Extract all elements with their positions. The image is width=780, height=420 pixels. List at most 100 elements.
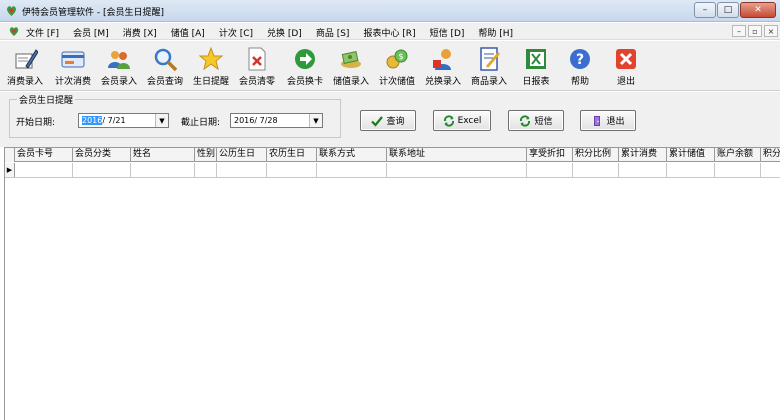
menu-item-3[interactable]: 储值 [A] <box>171 26 205 39</box>
table-cell[interactable] <box>667 163 715 177</box>
app-menu-icon[interactable] <box>8 25 20 37</box>
toolbar-button-arrow-right[interactable]: 会员换卡 <box>284 43 326 89</box>
app-logo-icon <box>7 6 16 16</box>
mdi-restore-button[interactable]: ▫ <box>748 25 762 37</box>
door-exit-icon <box>594 115 601 126</box>
svg-text:?: ? <box>576 52 584 68</box>
menu-item-8[interactable]: 短信 [D] <box>430 26 465 39</box>
toolbar-button-label: 消费录入 <box>6 77 43 87</box>
toolbar-button-money[interactable]: 储值录入 <box>330 43 372 89</box>
refresh-icon <box>443 114 454 127</box>
start-date-dropdown-icon[interactable]: ▼ <box>155 114 168 127</box>
toolbar-button-coins[interactable]: $ 计次储值 <box>376 43 418 89</box>
menu-item-6[interactable]: 商品 [S] <box>316 26 350 39</box>
menu-item-9[interactable]: 帮助 [H] <box>478 26 513 39</box>
exit-button[interactable]: 退出 <box>580 110 636 131</box>
table-cell[interactable] <box>573 163 619 177</box>
table-cell[interactable] <box>15 163 73 177</box>
toolbar-button-clear-doc[interactable]: 会员清零 <box>236 43 278 89</box>
column-header[interactable]: 会员分类 <box>73 148 131 162</box>
query-button[interactable]: 查询 <box>360 110 416 131</box>
toolbar-button-label: 会员换卡 <box>286 77 323 87</box>
table-cell[interactable] <box>527 163 573 177</box>
gift-icon <box>433 49 451 70</box>
table-cell[interactable] <box>619 163 667 177</box>
end-date-dropdown-icon[interactable]: ▼ <box>309 114 322 127</box>
table-cell[interactable] <box>761 163 780 177</box>
column-header[interactable]: 享受折扣 <box>527 148 573 162</box>
table-cell[interactable] <box>387 163 527 177</box>
toolbar-button-users[interactable]: 会员录入 <box>98 43 140 89</box>
sms-button[interactable]: 短信 <box>508 110 564 131</box>
menu-item-7[interactable]: 报表中心 [R] <box>363 26 415 39</box>
menu-item-5[interactable]: 兑换 [D] <box>267 26 302 39</box>
menu-item-4[interactable]: 计次 [C] <box>219 26 253 39</box>
table-row[interactable]: ▶ <box>5 163 780 178</box>
column-header[interactable]: 累计消费 <box>619 148 667 162</box>
filter-panel: 会员生日提醒 开始日期: 2016/ 7/21 ▼ 截止日期: 2016/ 7/… <box>0 92 780 147</box>
toolbar: 消费录入 计次消费 会员录入 会员查询 生日提醒 会员清零 会员换卡 储值录入 $ 计次储值 兑换录… <box>0 41 780 91</box>
toolbar-button-excel[interactable]: 日报表 <box>516 43 556 89</box>
menu-item-1[interactable]: 会员 [M] <box>73 26 109 39</box>
arrow-right-icon <box>295 49 315 69</box>
column-header[interactable]: 积分比例 <box>573 148 619 162</box>
mdi-close-button[interactable]: × <box>764 25 778 37</box>
exit-icon <box>616 49 636 69</box>
column-header[interactable]: 性别 <box>195 148 217 162</box>
maximize-button[interactable]: □ <box>717 2 739 18</box>
close-button[interactable]: ✕ <box>740 2 776 18</box>
column-header[interactable]: 农历生日 <box>267 148 317 162</box>
toolbar-button-magnifier[interactable]: 会员查询 <box>144 43 186 89</box>
table-cell[interactable] <box>217 163 267 177</box>
exit-button-label: 退出 <box>606 117 625 127</box>
menu-item-2[interactable]: 消费 [X] <box>123 26 157 39</box>
minimize-button[interactable]: – <box>694 2 716 18</box>
member-grid[interactable]: 会员卡号 会员分类 姓名 性别 公历生日 农历生日 联系方式 联系地址 享受折扣 积分比例 累计消费… <box>4 147 780 420</box>
column-header[interactable]: 姓名 <box>131 148 195 162</box>
mdi-minimize-button[interactable]: – <box>732 25 746 37</box>
column-header[interactable]: 累计储值 <box>667 148 715 162</box>
excel-button[interactable]: Excel <box>433 110 491 131</box>
start-date-rest: / 7/21 <box>102 116 126 125</box>
toolbar-button-star[interactable]: 生日提醒 <box>190 43 232 89</box>
toolbar-button-label: 计次消费 <box>54 77 91 87</box>
toolbar-button-label: 商品录入 <box>470 77 507 87</box>
birthday-reminder-group: 会员生日提醒 开始日期: 2016/ 7/21 ▼ 截止日期: 2016/ 7/… <box>9 93 341 138</box>
end-date-value: 2016/ 7/28 <box>234 116 278 125</box>
checkmark-icon <box>371 115 384 127</box>
group-title: 会员生日提醒 <box>17 93 76 106</box>
table-cell[interactable] <box>267 163 317 177</box>
end-date-picker[interactable]: 2016/ 7/28 ▼ <box>230 113 323 128</box>
toolbar-button-label: 兑换录入 <box>424 77 461 87</box>
toolbar-button-notebook[interactable]: 商品录入 <box>468 43 510 89</box>
toolbar-button-label: 会员录入 <box>100 77 137 87</box>
table-cell[interactable] <box>195 163 217 177</box>
table-cell[interactable] <box>73 163 131 177</box>
card-icon <box>61 51 85 68</box>
toolbar-button-exit[interactable]: 退出 <box>608 43 644 89</box>
column-header[interactable]: 联系方式 <box>317 148 387 162</box>
start-date-picker[interactable]: 2016/ 7/21 ▼ <box>78 113 169 128</box>
toolbar-button-label: 生日提醒 <box>192 77 229 87</box>
table-cell[interactable] <box>715 163 761 177</box>
column-header[interactable]: 积分 <box>761 148 780 162</box>
column-header[interactable]: 公历生日 <box>217 148 267 162</box>
menu-item-0[interactable]: 文件 [F] <box>26 26 59 39</box>
star-icon <box>198 46 224 71</box>
toolbar-button-gift[interactable]: 兑换录入 <box>422 43 464 89</box>
column-header[interactable]: 会员卡号 <box>15 148 73 162</box>
toolbar-button-label: 会员查询 <box>146 77 183 87</box>
toolbar-button-pen-receipt[interactable]: 消费录入 <box>4 43 46 89</box>
toolbar-button-label: 会员清零 <box>238 77 275 87</box>
money-icon <box>341 51 361 68</box>
column-header[interactable]: 账户余额 <box>715 148 761 162</box>
toolbar-button-help[interactable]: ? 帮助 <box>562 43 598 89</box>
table-cell[interactable] <box>131 163 195 177</box>
table-cell[interactable] <box>317 163 387 177</box>
menu-bar: 文件 [F] 会员 [M] 消费 [X] 储值 [A] 计次 [C] 兑换 [D] 商品 [… <box>0 23 780 40</box>
toolbar-button-label: 储值录入 <box>332 77 369 87</box>
column-header[interactable]: 联系地址 <box>387 148 527 162</box>
start-date-label: 开始日期: <box>16 118 56 128</box>
toolbar-button-card[interactable]: 计次消费 <box>52 43 94 89</box>
clear-doc-icon <box>248 47 266 71</box>
